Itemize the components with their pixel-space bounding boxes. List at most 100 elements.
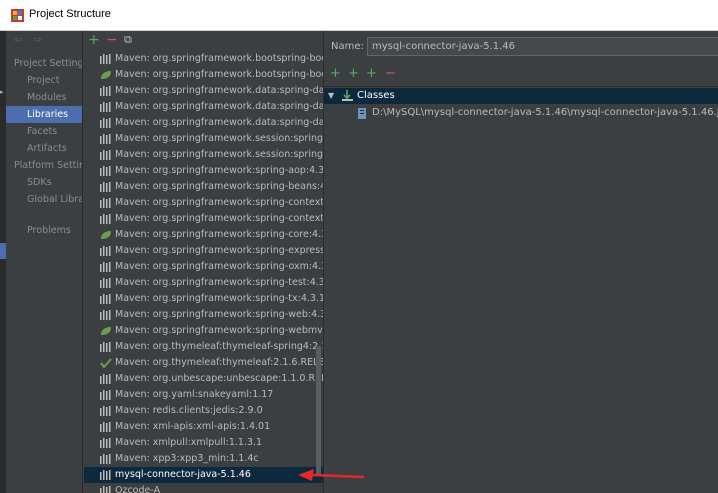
library-row[interactable]: mysql-connector-java-5.1.46 — [84, 467, 323, 483]
spring-leaf-icon — [101, 327, 111, 335]
library-row-label: Maven: org.thymeleaf:thymeleaf-spring4:2… — [115, 341, 323, 352]
library-bars-icon — [100, 182, 111, 192]
nav-header-project-settings: Project Settings — [14, 58, 83, 69]
libraries-scrollbar[interactable] — [316, 346, 321, 476]
library-details-pane: Name: + + + − ▼ Classes D:\MySQL\mysql-c… — [323, 31, 718, 493]
library-row-label: Maven: org.springframework.bootspring-bo… — [115, 69, 323, 80]
library-row[interactable]: Maven: org.yaml:snakeyaml:1.17 — [84, 387, 323, 403]
add-library-button[interactable]: + — [88, 31, 100, 49]
library-row-label: Maven: org.thymeleaf:thymeleaf:2.1.6.REL… — [115, 357, 323, 368]
library-row[interactable]: Maven: org.springframework:spring-contex… — [84, 195, 323, 211]
library-row-label: Maven: org.springframework:spring-web:4.… — [115, 309, 323, 320]
library-row[interactable]: Maven: org.springframework.bootspring-bo… — [84, 67, 323, 83]
library-bars-icon — [100, 246, 111, 256]
library-bars-icon — [100, 134, 111, 144]
library-row-label: Maven: org.springframework.session:sprin… — [115, 133, 323, 144]
library-row-label: Maven: org.springframework:spring-contex… — [115, 213, 323, 224]
library-row[interactable]: Maven: xpp3:xpp3_min:1.1.4c — [84, 451, 323, 467]
library-row[interactable]: Maven: org.springframework:spring-core:4… — [84, 227, 323, 243]
spring-leaf-icon — [101, 71, 111, 79]
library-row-label: Ozcode-A — [115, 485, 161, 493]
library-row[interactable]: Maven: org.thymeleaf:thymeleaf:2.1.6.REL… — [84, 355, 323, 371]
library-row-label: Maven: org.springframework.data:spring-d… — [115, 101, 323, 112]
library-bars-icon — [100, 54, 111, 64]
add-alt-root-button[interactable]: + — [348, 66, 359, 82]
library-bars-icon — [100, 294, 111, 304]
library-row-label: Maven: xml-apis:xml-apis:1.4.01 — [115, 421, 271, 432]
library-row-label: mysql-connector-java-5.1.46 — [115, 469, 251, 480]
library-row[interactable]: Maven: org.springframework.data:spring-d… — [84, 83, 323, 99]
roots-tree: ▼ Classes D:\MySQL\mysql-connector-java-… — [324, 87, 718, 493]
library-row[interactable]: Maven: org.springframework:spring-expres… — [84, 243, 323, 259]
library-name-field[interactable] — [367, 37, 718, 56]
library-row[interactable]: Maven: org.springframework:spring-test:4… — [84, 275, 323, 291]
library-bars-icon — [100, 278, 111, 288]
add-jar-button[interactable]: + — [366, 66, 377, 82]
library-bars-icon — [100, 422, 111, 432]
name-label: Name: — [331, 41, 364, 52]
library-row-label: Maven: org.yaml:snakeyaml:1.17 — [115, 389, 274, 400]
nav-item-sdks[interactable]: SDKs — [6, 174, 82, 191]
library-row-label: Maven: org.springframework.session:sprin… — [115, 149, 323, 160]
library-bars-icon — [100, 262, 111, 272]
library-row-label: Maven: org.springframework.data:spring-d… — [115, 117, 323, 128]
library-row-label: Maven: org.springframework:spring-core:4… — [115, 229, 323, 240]
nav-item-global-libraries[interactable]: Global Libraries — [6, 191, 82, 208]
library-row[interactable]: Maven: org.springframework:spring-tx:4.3… — [84, 291, 323, 307]
library-row[interactable]: Maven: org.springframework.bootspring-bo… — [84, 51, 323, 67]
library-bars-icon — [100, 374, 111, 384]
library-row-label: Maven: org.springframework.bootspring-bo… — [115, 53, 323, 64]
jar-file-icon — [358, 108, 366, 119]
library-row-label: Maven: org.springframework.data:spring-d… — [115, 85, 323, 96]
library-row[interactable]: Maven: xmlpull:xmlpull:1.1.3.1 — [84, 435, 323, 451]
library-row[interactable]: Maven: org.springframework.session:sprin… — [84, 131, 323, 147]
name-row: Name: — [324, 31, 718, 64]
library-row[interactable]: Maven: xml-apis:xml-apis:1.4.01 — [84, 419, 323, 435]
nav-item-modules[interactable]: Modules — [6, 89, 82, 106]
library-row[interactable]: Maven: redis.clients:jedis:2.9.0 — [84, 403, 323, 419]
library-bars-icon — [100, 214, 111, 224]
nav-item-libraries[interactable]: Libraries — [6, 106, 82, 123]
library-row[interactable]: Maven: org.unbescape:unbescape:1.1.0.REL… — [84, 371, 323, 387]
library-row[interactable]: Maven: org.springframework.session:sprin… — [84, 147, 323, 163]
spring-leaf-icon — [101, 231, 111, 239]
library-row[interactable]: Maven: org.springframework:spring-contex… — [84, 211, 323, 227]
library-row[interactable]: Maven: org.springframework:spring-webmvc… — [84, 323, 323, 339]
tree-node-classes-label: Classes — [357, 90, 395, 101]
library-row[interactable]: Maven: org.springframework:spring-web:4.… — [84, 307, 323, 323]
library-bars-icon — [100, 486, 111, 493]
window-title-bar: Project Structure — [0, 0, 718, 31]
tree-node-classes[interactable]: ▼ Classes — [324, 88, 718, 104]
remove-library-button[interactable]: − — [106, 31, 118, 49]
library-row-label: Maven: org.springframework:spring-webmvc… — [115, 325, 323, 336]
nav-item-problems[interactable]: Problems — [6, 222, 82, 239]
library-row[interactable]: Maven: org.springframework.data:spring-d… — [84, 99, 323, 115]
library-row[interactable]: Maven: org.springframework.data:spring-d… — [84, 115, 323, 131]
remove-root-button[interactable]: − — [385, 66, 396, 82]
add-root-button[interactable]: + — [330, 66, 341, 82]
library-row-label: Maven: org.springframework:spring-contex… — [115, 197, 323, 208]
tree-node-jar[interactable]: D:\MySQL\mysql-connector-java-5.1.46\mys… — [324, 105, 718, 121]
library-bars-icon — [100, 438, 111, 448]
library-bars-icon — [100, 342, 111, 352]
library-row[interactable]: Maven: org.springframework:spring-aop:4.… — [84, 163, 323, 179]
window-title: Project Structure — [29, 8, 111, 20]
library-row[interactable]: Maven: org.springframework:spring-beans:… — [84, 179, 323, 195]
library-row[interactable]: Maven: org.thymeleaf:thymeleaf-spring4:2… — [84, 339, 323, 355]
expand-caret-icon[interactable]: ▼ — [328, 88, 334, 104]
nav-item-artifacts[interactable]: Artifacts — [6, 140, 82, 157]
libraries-toolbar: + − ⧉ — [84, 31, 323, 51]
back-forward-arrows-icon[interactable]: ⇦ ⇨ — [14, 35, 46, 46]
library-bars-icon — [100, 150, 111, 160]
library-bars-icon — [100, 166, 111, 176]
nav-header-platform-settings: Platform Settings — [14, 160, 82, 171]
nav-item-facets[interactable]: Facets — [6, 123, 82, 140]
annotation-arrow-icon — [298, 469, 364, 481]
library-row-label: Maven: redis.clients:jedis:2.9.0 — [115, 405, 263, 416]
nav-item-project[interactable]: Project — [6, 72, 82, 89]
library-row-label: Maven: org.springframework:spring-test:4… — [115, 277, 323, 288]
copy-library-button[interactable]: ⧉ — [124, 31, 132, 49]
library-row[interactable]: Ozcode-A — [84, 483, 323, 493]
library-row[interactable]: Maven: org.springframework:spring-oxm:4.… — [84, 259, 323, 275]
library-row-label: Maven: xpp3:xpp3_min:1.1.4c — [115, 453, 259, 464]
